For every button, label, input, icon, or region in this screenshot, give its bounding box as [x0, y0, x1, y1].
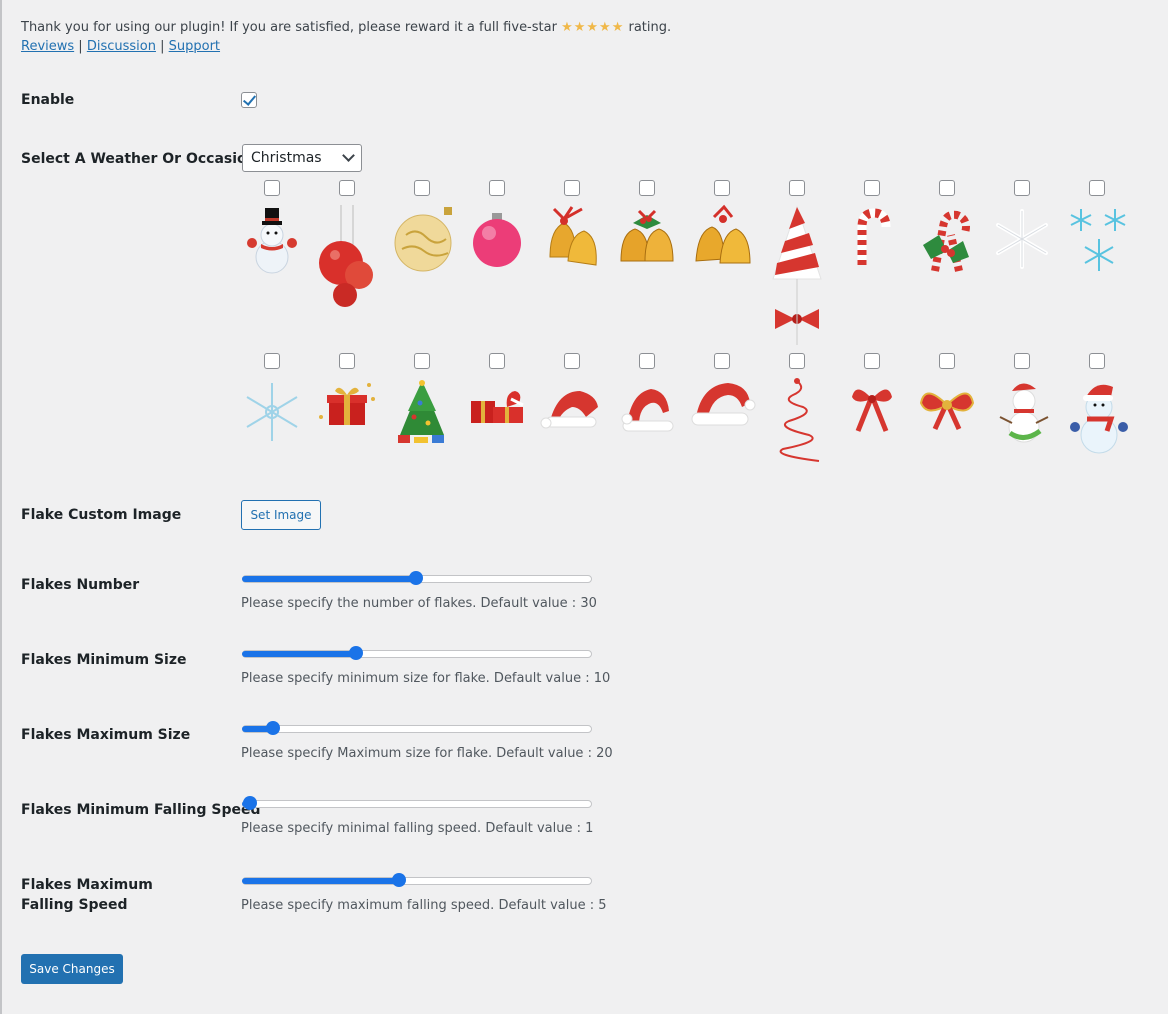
weather-select-value: Christmas [251, 150, 322, 166]
flake-checkbox[interactable] [1089, 353, 1105, 369]
flakes-max-size-label: Flakes Maximum Size [21, 727, 191, 743]
flake-checkbox[interactable] [1014, 353, 1030, 369]
flakes-min-size-label: Flakes Minimum Size [21, 652, 187, 668]
five-star-icon: ★★★★★ [561, 20, 625, 35]
santa-hat-icon [617, 377, 677, 447]
flake-checkbox[interactable] [489, 353, 505, 369]
flakes-min-size-slider[interactable] [242, 644, 592, 662]
flake-checkbox[interactable] [1014, 180, 1030, 196]
enable-checkbox[interactable] [241, 92, 257, 108]
flakes-min-speed-slider[interactable] [242, 794, 592, 812]
separator: | [160, 39, 165, 54]
slider-thumb[interactable] [409, 571, 423, 585]
flakes-max-speed-label: Flakes Maximum Falling Speed [21, 877, 153, 913]
snowman-scarf-icon [992, 377, 1052, 447]
discussion-link[interactable]: Discussion [87, 39, 156, 54]
weather-label: Select A Weather Or Occasion [21, 151, 257, 167]
flakes-max-speed-slider[interactable] [242, 871, 592, 889]
snowman-top-hat-icon [242, 205, 302, 275]
striped-tree-bow-icon [767, 205, 827, 345]
white-snowflake-icon [992, 205, 1052, 275]
flake-checkbox[interactable] [564, 353, 580, 369]
flake-checkbox[interactable] [939, 180, 955, 196]
admin-menu-edge [0, 0, 2, 1014]
slider-thumb[interactable] [243, 796, 257, 810]
flakes-max-size-slider[interactable] [242, 719, 592, 737]
flake-checkbox[interactable] [789, 353, 805, 369]
spiral-tree-icon [767, 377, 827, 467]
flake-checkbox[interactable] [639, 353, 655, 369]
flake-checkbox[interactable] [414, 180, 430, 196]
pink-ornament-icon [467, 205, 527, 275]
flake-checkbox[interactable] [1089, 180, 1105, 196]
red-gold-bow-icon [917, 377, 977, 447]
reviews-link[interactable]: Reviews [21, 39, 74, 54]
flake-checkbox[interactable] [489, 180, 505, 196]
flakes-min-size-description: Please specify minimum size for flake. D… [241, 671, 611, 686]
save-changes-button[interactable]: Save Changes [21, 954, 123, 984]
gold-bells-ribbon-icon [542, 205, 602, 275]
slider-fill [242, 576, 416, 582]
flakes-number-description: Please specify the number of flakes. Def… [241, 596, 597, 611]
slider-track [242, 725, 592, 733]
chevron-down-icon [342, 149, 355, 162]
gold-ornament-icon [392, 205, 452, 275]
flake-checkbox[interactable] [714, 180, 730, 196]
support-link[interactable]: Support [169, 39, 220, 54]
flake-checkbox[interactable] [789, 180, 805, 196]
weather-select[interactable]: Christmas [242, 144, 362, 172]
separator: | [78, 39, 83, 54]
snowman-santa-hat-icon [1067, 377, 1128, 457]
santa-hat-small-icon [540, 377, 602, 447]
flake-checkbox[interactable] [939, 353, 955, 369]
slider-track [242, 800, 592, 808]
flake-checkbox[interactable] [264, 353, 280, 369]
candy-cane-icon [842, 205, 902, 275]
flakes-min-speed-label: Flakes Minimum Falling Speed [21, 802, 261, 818]
gold-bells-icon [692, 204, 752, 275]
flakes-max-speed-description: Please specify maximum falling speed. De… [241, 898, 607, 913]
intro-text-end: rating. [624, 20, 672, 35]
flake-checkbox[interactable] [864, 180, 880, 196]
custom-image-label: Flake Custom Image [21, 507, 182, 523]
light-blue-snowflake-icon [242, 377, 302, 447]
flakes-number-slider[interactable] [242, 569, 592, 587]
christmas-tree-icon [392, 377, 452, 447]
plugin-intro: Thank you for using our plugin! If you a… [21, 18, 671, 56]
gift-boxes-icon [467, 377, 527, 447]
blue-snowflakes-icon [1067, 205, 1127, 275]
santa-hat-large-icon [691, 377, 756, 447]
slider-fill [242, 878, 400, 884]
set-image-button[interactable]: Set Image [241, 500, 321, 530]
gold-bells-holly-icon [617, 205, 677, 275]
flake-checkbox[interactable] [339, 353, 355, 369]
gift-box-stars-icon [317, 377, 377, 447]
flake-checkbox[interactable] [564, 180, 580, 196]
enable-label: Enable [21, 92, 75, 108]
flakes-max-size-description: Please specify Maximum size for flake. D… [241, 746, 613, 761]
flake-checkbox[interactable] [339, 180, 355, 196]
intro-text: Thank you for using our plugin! If you a… [21, 20, 562, 35]
flake-checkbox[interactable] [714, 353, 730, 369]
red-ornaments-icon [317, 205, 377, 310]
flakes-number-label: Flakes Number [21, 577, 140, 593]
flake-checkbox[interactable] [864, 353, 880, 369]
slider-fill [242, 651, 357, 657]
flake-checkbox[interactable] [639, 180, 655, 196]
candy-canes-holly-icon [917, 205, 977, 275]
flake-checkbox[interactable] [264, 180, 280, 196]
flake-checkbox[interactable] [414, 353, 430, 369]
red-bow-icon [842, 377, 902, 447]
flakes-min-speed-description: Please specify minimal falling speed. De… [241, 821, 594, 836]
